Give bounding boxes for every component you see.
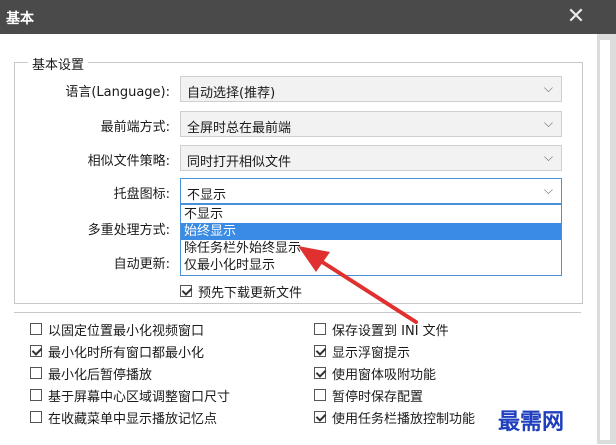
arrow-shaft (314, 256, 418, 324)
watermark-text: 最需网 (498, 409, 565, 435)
arrow-head (298, 246, 330, 272)
annotation-arrow (298, 246, 418, 324)
